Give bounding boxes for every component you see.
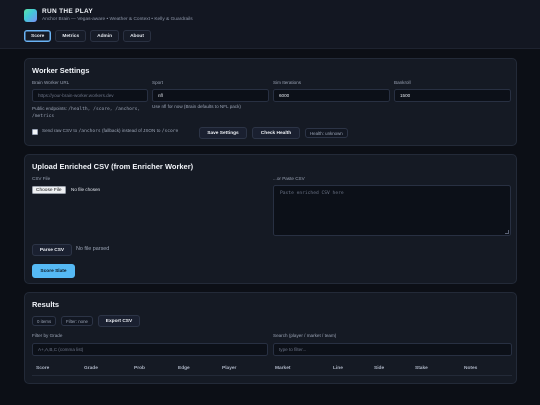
score-slate-button[interactable]: Score Slate [32,264,75,278]
raw-csv-label: Send raw CSV to /anchors (fallback) inst… [42,128,178,135]
sim-iterations-label: Sim Iterations [273,80,302,85]
parse-csv-button[interactable]: Parse CSV [32,244,72,256]
save-settings-button[interactable]: Save Settings [199,127,247,139]
results-title: Results [32,300,60,309]
endpoints-line1: /health, /score, /anchors, [68,107,141,112]
column-header[interactable]: Player [222,366,236,371]
items-count-badge: 0 items [32,316,57,326]
tab-admin[interactable]: Admin [90,30,120,42]
raw-csv-checkbox[interactable] [32,129,38,135]
app-title: RUN THE PLAY [42,8,94,15]
sim-iterations-input[interactable]: 6000 [273,89,390,102]
tab-score[interactable]: Score [24,30,52,42]
column-header[interactable]: Prob [134,366,145,371]
results-card: Results 0 items Filter: none Export CSV … [24,292,517,384]
raw-csv-middle: (fallback) instead of JSON to [101,128,161,133]
grade-filter-label: Filter by Grade [32,333,63,338]
main-tabs: Score Metrics Admin About [24,30,151,42]
raw-csv-code-score: /score [161,129,179,134]
csv-file-label: CSV File [32,176,51,181]
column-header[interactable]: Grade [84,366,98,371]
column-header[interactable]: Notes [464,366,477,371]
search-input[interactable]: type to filter... [273,343,512,356]
grade-filter-input[interactable]: A+,A,B,C (comma list) [32,343,268,356]
column-header[interactable]: Score [36,366,49,371]
check-health-button[interactable]: Check Health [252,127,300,139]
bankroll-label: Bankroll [394,80,411,85]
sport-label: Sport [152,80,163,85]
raw-csv-code-anchors: /anchors [78,129,101,134]
bankroll-input[interactable]: 1500 [394,89,511,102]
resize-handle-icon[interactable] [505,230,509,234]
app-logo [24,9,37,22]
worker-settings-card: Worker Settings Brain Worker URL https:/… [24,58,517,146]
endpoints-line2: /metrics [32,114,55,119]
column-header[interactable]: Edge [178,366,190,371]
brain-url-input[interactable]: https://your-brain-worker.workers.dev [32,89,148,102]
column-header[interactable]: Side [374,366,384,371]
export-csv-button[interactable]: Export CSV [98,315,140,327]
sport-hint: Use nfl for now (Brain defaults to NFL p… [152,104,241,109]
paste-csv-placeholder: Paste enriched CSV here [280,191,344,196]
worker-settings-title: Worker Settings [32,66,90,75]
no-file-chosen: No file chosen [71,187,101,192]
tab-about[interactable]: About [123,30,151,42]
public-endpoints-hint: Public endpoints: /health, /score, /anch… [32,106,140,120]
results-table-header: Score Grade Prob Edge Player Market Line… [32,362,512,376]
filter-status-badge: Filter: none [61,316,93,326]
column-header[interactable]: Line [333,366,343,371]
parse-status: No file parsed [76,246,110,252]
upload-card: Upload Enriched CSV (from Enricher Worke… [24,154,517,284]
app-header: RUN THE PLAY Anchor Brain — Vegas-aware … [0,0,540,49]
app-subtitle: Anchor Brain — Vegas-aware • Weather & C… [42,17,193,22]
upload-title: Upload Enriched CSV (from Enricher Worke… [32,162,194,171]
search-label: Search (player / market / team) [273,333,337,338]
column-header[interactable]: Market [275,366,290,371]
endpoints-prefix: Public endpoints: [32,106,67,111]
paste-csv-textarea[interactable]: Paste enriched CSV here [273,185,511,236]
sport-input[interactable]: nfl [152,89,269,102]
raw-csv-prefix: Send raw CSV to [42,128,78,133]
paste-csv-label: ...or Paste CSV [273,176,305,181]
column-header[interactable]: Stake [415,366,428,371]
health-status-badge: Health: unknown [305,128,348,138]
tab-metrics[interactable]: Metrics [55,30,87,42]
brain-url-label: Brain Worker URL [32,80,70,85]
choose-file-button[interactable]: Choose File [32,186,66,194]
